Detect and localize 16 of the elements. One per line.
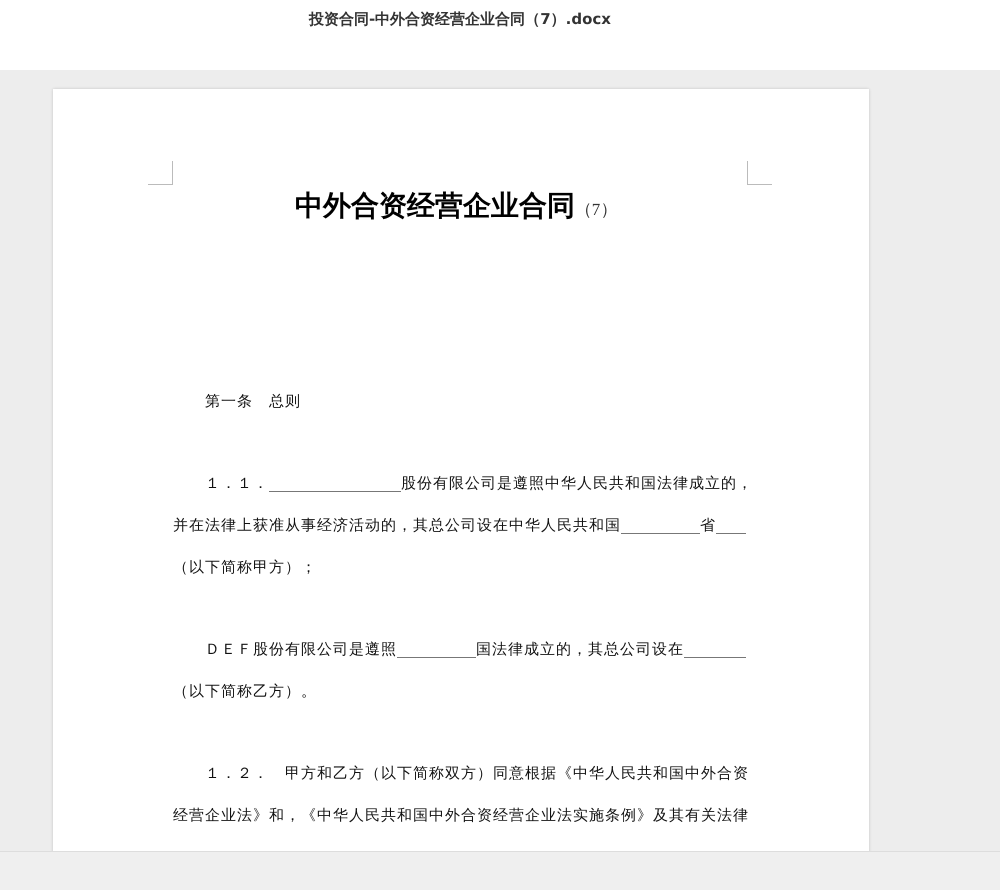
body-text: 国法律成立的，其总公司设在	[476, 639, 684, 660]
body-text: 经营企业法》和，《中华人民共和国中外合资经营企业法实施条例》及其有关法律	[173, 805, 749, 826]
body-text: 股份有限公司是遵照中华人民共和国法律成立的，	[401, 473, 753, 494]
body-text: １．１．	[205, 473, 269, 494]
margin-corner-mark	[747, 161, 772, 185]
margin-corner-mark	[148, 161, 173, 185]
body-text: １．２． 甲方和乙方（以下简称双方）同意根据《中华人民共和国中外合资	[205, 763, 749, 784]
body-text: （以下简称甲方）；	[173, 557, 317, 578]
body-text: 第一条 总则	[205, 391, 301, 412]
title-number: （7）	[574, 199, 618, 221]
body-text: 省	[700, 515, 716, 536]
window-title: 投资合同-中外合资经营企业合同（7）.docx	[309, 9, 611, 29]
body-text: 并在法律上获准从事经济活动的，其总公司设在中华人民共和国	[173, 515, 621, 536]
body-text: ＤＥＦ股份有限公司是遵照	[205, 639, 397, 660]
body-text: （以下简称乙方）。	[173, 681, 317, 702]
document-title: 中外合资经营企业合同	[294, 188, 575, 224]
